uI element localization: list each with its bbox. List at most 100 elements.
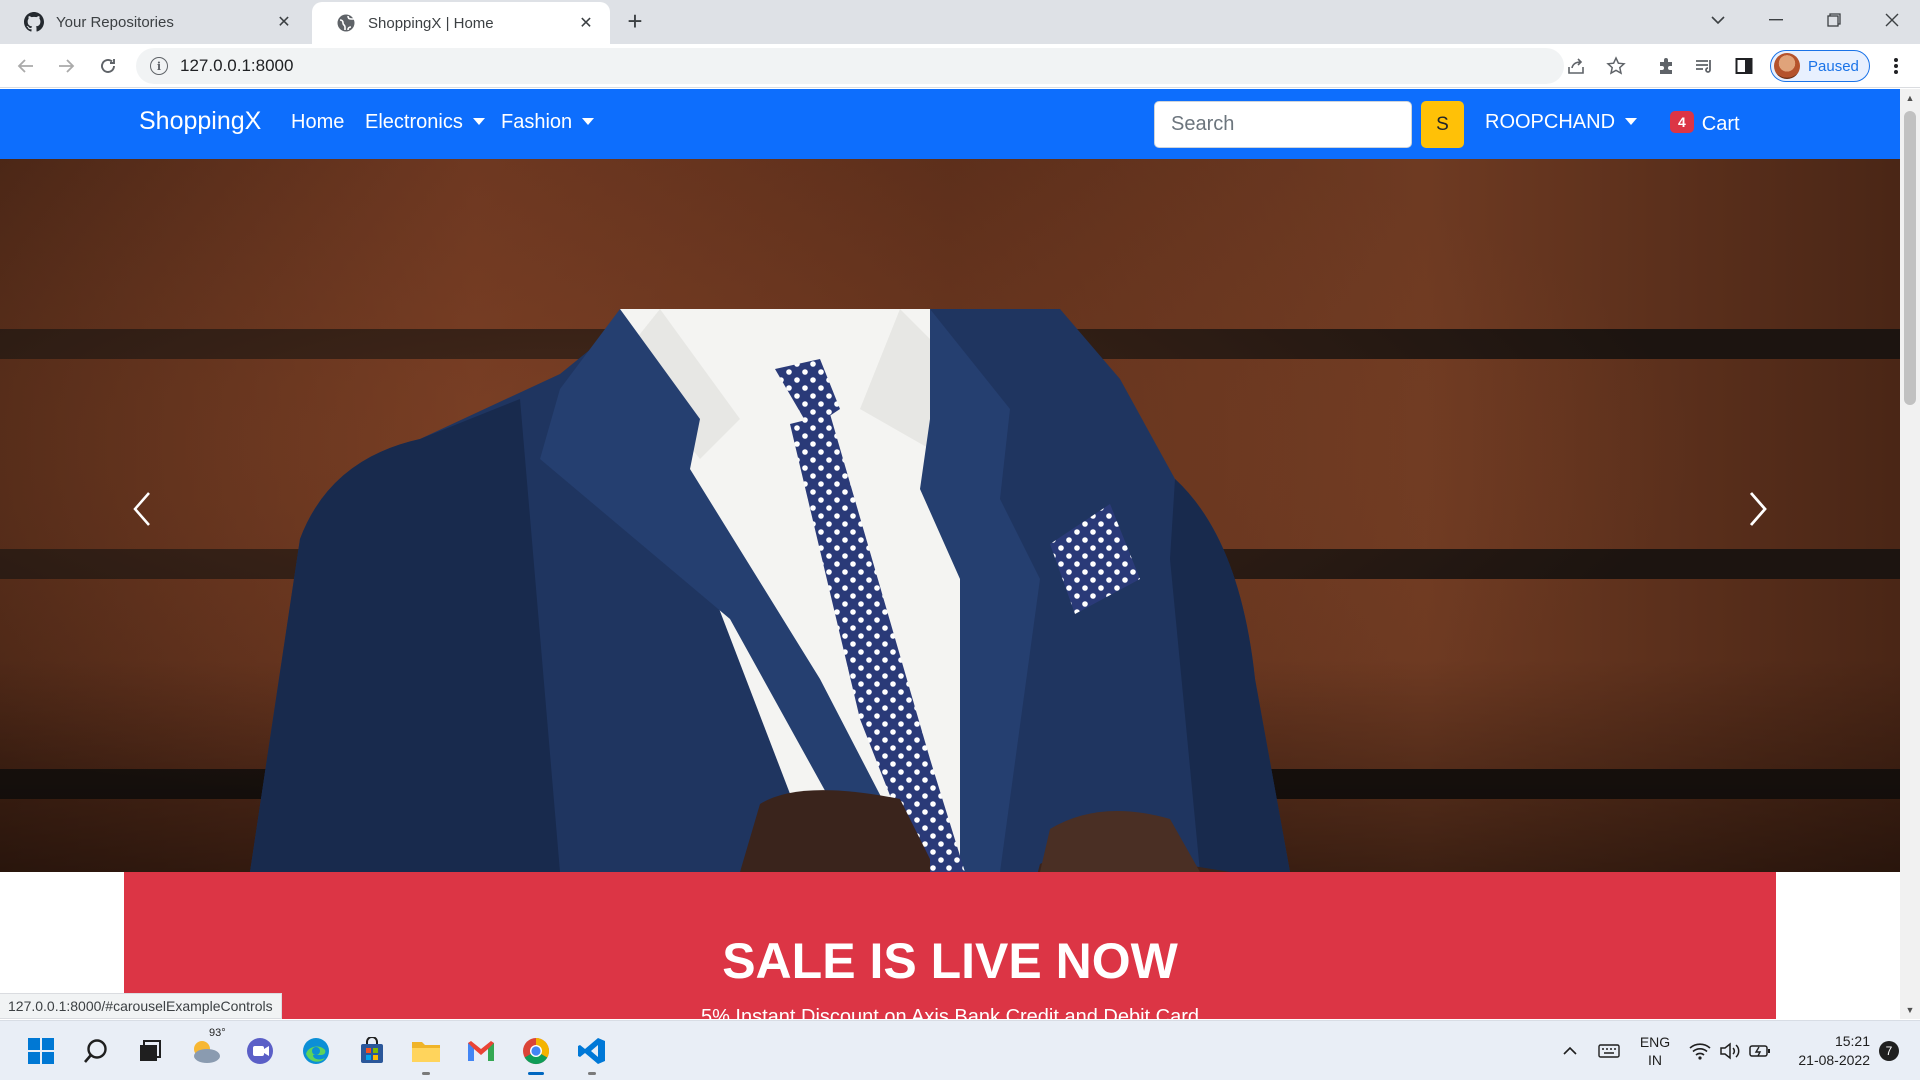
battery-button[interactable] — [1746, 1021, 1774, 1080]
sale-banner: SALE IS LIVE NOW 5% Instant Discount on … — [124, 872, 1776, 1019]
close-window-button[interactable] — [1864, 0, 1920, 40]
language-line2: IN — [1648, 1052, 1662, 1068]
link-status-bubble: 127.0.0.1:8000/#carouselExampleControls — [0, 993, 282, 1019]
page-viewport: ShoppingX Home Electronics Fashion S ROO… — [0, 89, 1900, 1019]
folder-icon — [412, 1042, 440, 1062]
gmail-icon — [468, 1041, 494, 1061]
tab-close-icon[interactable]: ✕ — [576, 13, 596, 33]
wifi-icon — [1689, 1043, 1711, 1060]
search-button[interactable] — [76, 1031, 116, 1071]
running-indicator — [528, 1072, 544, 1075]
language-line1: ENG — [1639, 1034, 1671, 1050]
chat-icon — [247, 1038, 273, 1064]
vscode-icon — [578, 1038, 605, 1064]
avatar — [1774, 53, 1800, 79]
scroll-down-arrow-icon[interactable]: ▼ — [1900, 1001, 1920, 1019]
browser-menu-icon[interactable] — [1880, 50, 1912, 82]
carousel-slide-image — [250, 309, 1290, 872]
search-input[interactable] — [1154, 101, 1412, 148]
language-indicator[interactable]: ENG IN — [1636, 1021, 1674, 1080]
sale-subtitle: 5% Instant Discount on Axis Bank Credit … — [700, 1006, 1200, 1019]
windows-logo-icon — [28, 1038, 54, 1064]
task-view-icon — [140, 1040, 161, 1061]
nav-dropdown-fashion[interactable]: Fashion — [501, 111, 595, 134]
user-name: ROOPCHAND — [1485, 111, 1616, 133]
clock[interactable]: 15:21 21-08-2022 — [1784, 1021, 1870, 1080]
brand-logo[interactable]: ShoppingX — [139, 107, 261, 136]
chevron-left-icon — [133, 492, 150, 526]
reload-button[interactable] — [92, 50, 124, 82]
hero-carousel — [0, 159, 1900, 872]
file-explorer-button[interactable] — [406, 1031, 446, 1075]
vscode-button[interactable] — [572, 1031, 612, 1075]
gmail-button[interactable] — [461, 1031, 501, 1071]
nav-link-label: Electronics — [365, 111, 463, 133]
back-button[interactable] — [10, 50, 42, 82]
user-dropdown[interactable]: ROOPCHAND — [1485, 111, 1638, 134]
volume-button[interactable] — [1716, 1021, 1744, 1080]
bookmark-star-icon[interactable] — [1600, 50, 1632, 82]
site-info-icon[interactable]: i — [150, 57, 168, 75]
edge-icon — [303, 1038, 329, 1064]
scroll-up-arrow-icon[interactable]: ▲ — [1900, 89, 1920, 107]
weather-temp: 93° — [208, 1027, 227, 1039]
tab-close-icon[interactable]: ✕ — [274, 12, 294, 32]
caret-down-icon — [1625, 117, 1638, 125]
scrollbar-thumb[interactable] — [1904, 111, 1916, 405]
tab-shoppingx-home[interactable]: ShoppingX | Home ✕ — [312, 2, 610, 44]
side-panel-icon[interactable] — [1728, 50, 1760, 82]
search-icon — [84, 1039, 107, 1063]
share-icon[interactable] — [1560, 50, 1592, 82]
caret-down-icon — [472, 117, 485, 125]
nav-link-label: Fashion — [501, 111, 573, 133]
running-indicator — [588, 1072, 596, 1075]
edge-button[interactable] — [296, 1031, 336, 1071]
clock-time: 15:21 — [1834, 1033, 1870, 1049]
page-scrollbar[interactable]: ▲ ▼ — [1900, 89, 1920, 1019]
minimize-button[interactable] — [1748, 0, 1804, 40]
weather-widget[interactable]: 93° — [186, 1027, 227, 1071]
nav-dropdown-electronics[interactable]: Electronics — [365, 111, 485, 134]
task-view-button[interactable] — [130, 1031, 170, 1071]
profile-button[interactable]: Paused — [1770, 50, 1870, 82]
restore-button[interactable] — [1806, 0, 1862, 40]
tab-your-repositories[interactable]: Your Repositories ✕ — [0, 0, 308, 44]
carousel-next-button[interactable] — [1728, 479, 1788, 539]
volume-icon — [1720, 1042, 1740, 1060]
forward-button[interactable] — [50, 50, 82, 82]
network-button[interactable] — [1686, 1021, 1714, 1080]
tab-title: Your Repositories — [56, 13, 174, 31]
carousel-prev-button[interactable] — [112, 479, 172, 539]
reading-list-icon[interactable] — [1688, 50, 1720, 82]
keyboard-icon — [1598, 1044, 1620, 1058]
cart-count-badge: 4 — [1670, 111, 1694, 133]
nav-link-home[interactable]: Home — [291, 111, 344, 134]
running-indicator — [422, 1072, 430, 1075]
profile-status: Paused — [1808, 57, 1859, 75]
browser-tab-strip: Your Repositories ✕ ShoppingX | Home ✕ + — [0, 0, 1920, 44]
address-bar[interactable]: i 127.0.0.1:8000 — [136, 48, 1564, 84]
address-url: 127.0.0.1:8000 — [180, 56, 294, 75]
chevron-right-icon — [1749, 492, 1767, 526]
teams-chat-button[interactable] — [240, 1031, 280, 1071]
notification-count-badge: 7 — [1879, 1041, 1899, 1061]
start-button[interactable] — [21, 1031, 61, 1071]
notification-center-button[interactable]: 7 — [1874, 1021, 1904, 1080]
new-tab-button[interactable]: + — [620, 8, 650, 36]
browser-toolbar: i 127.0.0.1:8000 Paused — [0, 44, 1920, 88]
site-navbar: ShoppingX Home Electronics Fashion S ROO… — [0, 89, 1900, 159]
weather-cloud-icon — [194, 1041, 220, 1063]
cart-link[interactable]: 4 Cart — [1670, 111, 1740, 136]
extensions-puzzle-icon[interactable] — [1650, 50, 1682, 82]
store-button[interactable] — [352, 1031, 392, 1071]
touch-keyboard-button[interactable] — [1594, 1021, 1624, 1080]
show-hidden-icons-button[interactable] — [1556, 1021, 1584, 1080]
search-button[interactable]: S — [1421, 101, 1464, 148]
battery-charging-icon — [1749, 1045, 1770, 1057]
store-icon — [361, 1037, 383, 1063]
chrome-button[interactable] — [516, 1031, 556, 1075]
clock-date: 21-08-2022 — [1798, 1052, 1870, 1068]
tab-title: ShoppingX | Home — [368, 14, 494, 32]
tab-search-icon[interactable] — [1690, 0, 1746, 40]
chevron-up-icon — [1563, 1046, 1577, 1055]
